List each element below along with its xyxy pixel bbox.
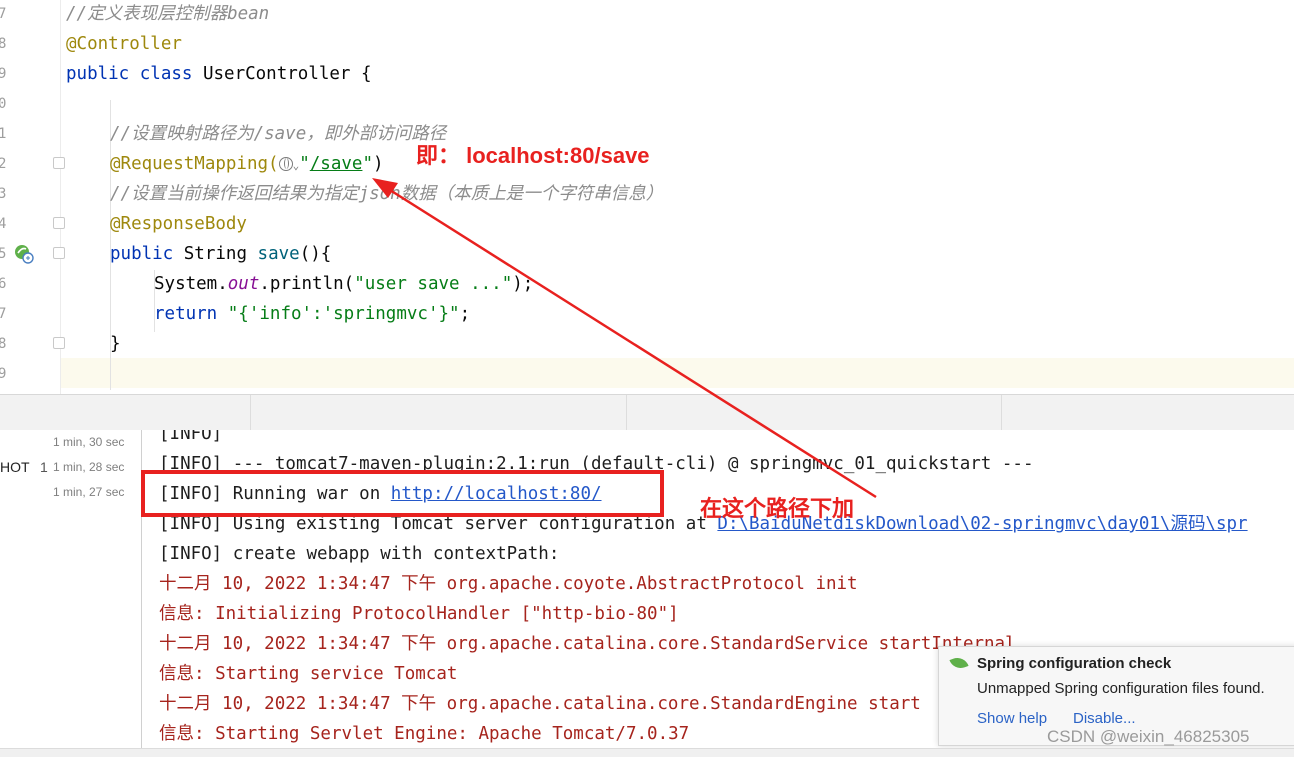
annotation-arrow	[372, 178, 877, 499]
annotation-top: 即： localhost:80/save	[416, 143, 650, 168]
notification-body: Unmapped Spring configuration files foun…	[977, 680, 1265, 697]
annotation-bottom: 在这个路径下加	[700, 496, 855, 521]
annotation-arrow-head	[372, 178, 398, 198]
watermark: CSDN @weixin_46825305	[1047, 727, 1250, 746]
annotation-arrow-line	[381, 183, 877, 499]
disable-link[interactable]: Disable...	[1073, 710, 1136, 727]
spring-leaf-icon	[949, 654, 969, 672]
show-help-link[interactable]: Show help	[977, 710, 1047, 727]
notification-title: Spring configuration check	[977, 655, 1172, 672]
